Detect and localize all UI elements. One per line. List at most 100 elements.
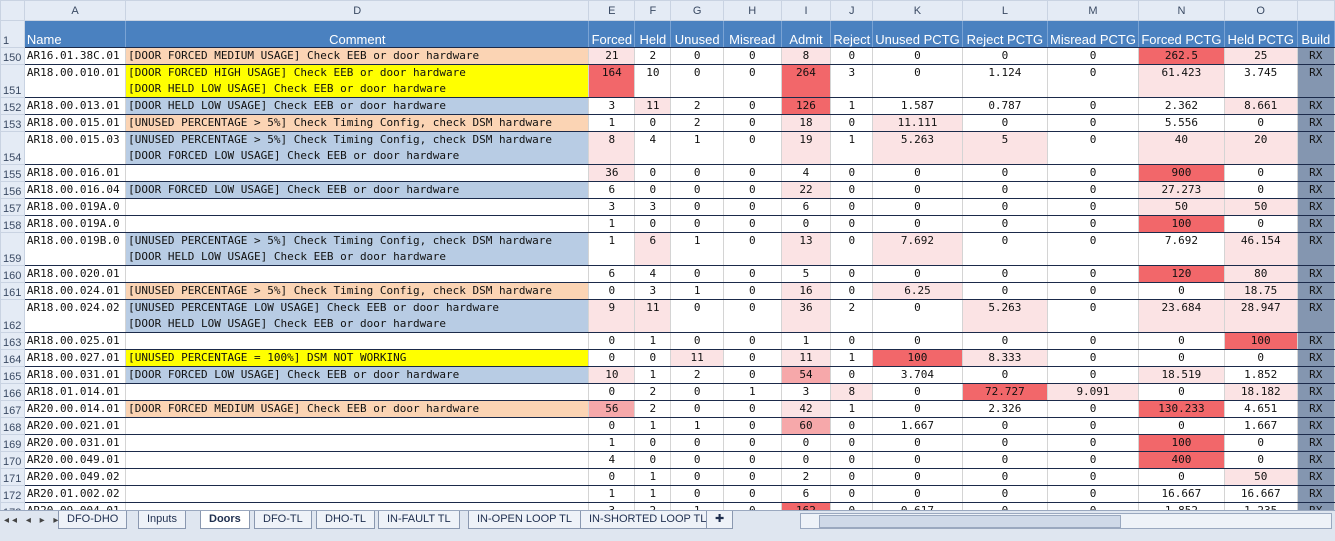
value-cell-misread-pctg[interactable]: 0 — [1047, 97, 1139, 115]
header-forced[interactable]: Forced — [588, 20, 636, 48]
column-letter-L[interactable]: L — [961, 0, 1049, 21]
value-cell-forced[interactable]: 6 — [588, 265, 636, 283]
comment-cell[interactable] — [125, 434, 590, 452]
value-cell-misread-pctg[interactable]: 0 — [1047, 417, 1139, 435]
scrollbar-thumb[interactable] — [819, 515, 1121, 528]
build-cell[interactable]: RX — [1297, 265, 1335, 283]
value-cell-reject-pctg[interactable]: 0 — [962, 485, 1049, 503]
name-cell[interactable]: AR18.00.016.04 — [24, 181, 127, 199]
value-cell-reject[interactable]: 0 — [830, 502, 874, 510]
build-cell[interactable]: RX — [1297, 485, 1335, 503]
value-cell-admit[interactable]: 54 — [781, 366, 832, 384]
value-cell-forced-pctg[interactable]: 400 — [1138, 451, 1225, 469]
value-cell-unused[interactable]: 1 — [670, 282, 724, 300]
value-cell-forced[interactable]: 0 — [588, 417, 636, 435]
row-number[interactable]: 164 — [0, 349, 25, 367]
row-number[interactable]: 161 — [0, 282, 25, 300]
value-cell-unused[interactable]: 0 — [670, 383, 724, 401]
row-number[interactable]: 154 — [0, 131, 25, 165]
comment-cell[interactable]: [UNUSED PERCENTAGE LOW USAGE] Check EEB … — [125, 299, 590, 333]
value-cell-forced-pctg[interactable]: 1.852 — [1138, 502, 1225, 510]
value-cell-misread-pctg[interactable]: 0 — [1047, 502, 1139, 510]
value-cell-misread-pctg[interactable]: 0 — [1047, 232, 1139, 266]
comment-cell[interactable] — [125, 198, 590, 216]
column-letter-G[interactable]: G — [670, 0, 724, 21]
build-cell[interactable]: RX — [1297, 299, 1335, 333]
value-cell-unused[interactable]: 0 — [670, 64, 724, 98]
value-cell-unused[interactable]: 0 — [670, 215, 724, 233]
name-cell[interactable]: AR18.00.015.03 — [24, 131, 127, 165]
value-cell-forced-pctg[interactable]: 262.5 — [1138, 47, 1225, 65]
value-cell-reject[interactable]: 8 — [830, 383, 874, 401]
column-letter-J[interactable]: J — [830, 0, 874, 21]
column-letter-H[interactable]: H — [722, 0, 782, 21]
header-held-pctg[interactable]: Held PCTG — [1224, 20, 1298, 48]
value-cell-forced-pctg[interactable]: 0 — [1138, 332, 1225, 350]
value-cell-admit[interactable]: 1 — [781, 332, 832, 350]
row-number[interactable]: 158 — [0, 215, 25, 233]
value-cell-reject[interactable]: 0 — [830, 47, 874, 65]
row-number[interactable]: 170 — [0, 451, 25, 469]
name-cell[interactable]: AR18.00.016.01 — [24, 164, 127, 182]
build-cell[interactable]: RX — [1297, 47, 1335, 65]
comment-cell[interactable] — [125, 468, 590, 486]
value-cell-forced-pctg[interactable]: 130.233 — [1138, 400, 1225, 418]
value-cell-held[interactable]: 0 — [634, 349, 672, 367]
value-cell-unused-pctg[interactable]: 0 — [872, 434, 963, 452]
value-cell-misread-pctg[interactable]: 0 — [1047, 215, 1139, 233]
value-cell-admit[interactable]: 264 — [781, 64, 832, 98]
value-cell-held[interactable]: 6 — [634, 232, 672, 266]
value-cell-held-pctg[interactable]: 1.235 — [1224, 502, 1298, 510]
value-cell-unused-pctg[interactable]: 0 — [872, 164, 963, 182]
value-cell-misread-pctg[interactable]: 0 — [1047, 181, 1139, 199]
value-cell-unused[interactable]: 11 — [670, 349, 724, 367]
value-cell-forced-pctg[interactable]: 2.362 — [1138, 97, 1225, 115]
value-cell-admit[interactable]: 6 — [781, 485, 832, 503]
build-cell[interactable]: RX — [1297, 434, 1335, 452]
value-cell-unused-pctg[interactable]: 0 — [872, 181, 963, 199]
value-cell-forced[interactable]: 3 — [588, 502, 636, 510]
value-cell-misread[interactable]: 0 — [723, 282, 782, 300]
value-cell-forced-pctg[interactable]: 23.684 — [1138, 299, 1225, 333]
value-cell-admit[interactable]: 60 — [781, 417, 832, 435]
tab-dfo-tl[interactable]: DFO-TL — [254, 511, 312, 529]
value-cell-admit[interactable]: 0 — [781, 215, 832, 233]
value-cell-forced[interactable]: 0 — [588, 468, 636, 486]
row-number[interactable]: 167 — [0, 400, 25, 418]
value-cell-unused-pctg[interactable]: 0 — [872, 383, 963, 401]
comment-cell[interactable]: [UNUSED PERCENTAGE > 5%] Check Timing Co… — [125, 282, 590, 300]
value-cell-forced-pctg[interactable]: 7.692 — [1138, 232, 1225, 266]
value-cell-misread-pctg[interactable]: 0 — [1047, 332, 1139, 350]
value-cell-unused[interactable]: 0 — [670, 332, 724, 350]
value-cell-admit[interactable]: 0 — [781, 451, 832, 469]
comment-cell[interactable] — [125, 265, 590, 283]
value-cell-reject[interactable]: 0 — [830, 198, 874, 216]
comment-cell[interactable]: [DOOR FORCED LOW USAGE] Check EEB or doo… — [125, 181, 590, 199]
column-letter-F[interactable]: F — [634, 0, 672, 21]
comment-cell[interactable] — [125, 164, 590, 182]
value-cell-forced-pctg[interactable]: 100 — [1138, 215, 1225, 233]
value-cell-held-pctg[interactable]: 80 — [1224, 265, 1298, 283]
value-cell-unused[interactable]: 0 — [670, 198, 724, 216]
value-cell-admit[interactable]: 42 — [781, 400, 832, 418]
insert-sheet-icon[interactable]: ✚ — [706, 511, 734, 529]
value-cell-misread-pctg[interactable]: 0 — [1047, 485, 1139, 503]
name-cell[interactable]: AR18.01.014.01 — [24, 383, 127, 401]
value-cell-forced-pctg[interactable]: 0 — [1138, 468, 1225, 486]
value-cell-misread[interactable]: 0 — [723, 47, 782, 65]
value-cell-reject-pctg[interactable]: 0 — [962, 366, 1049, 384]
value-cell-unused[interactable]: 1 — [670, 502, 724, 510]
value-cell-misread-pctg[interactable]: 0 — [1047, 282, 1139, 300]
header-name[interactable]: Name — [24, 20, 127, 48]
build-cell[interactable]: RX — [1297, 502, 1335, 510]
value-cell-reject-pctg[interactable]: 0 — [962, 232, 1049, 266]
row-number[interactable]: 152 — [0, 97, 25, 115]
build-cell[interactable]: RX — [1297, 451, 1335, 469]
value-cell-held-pctg[interactable]: 1.852 — [1224, 366, 1298, 384]
value-cell-reject-pctg[interactable]: 72.727 — [962, 383, 1049, 401]
value-cell-held-pctg[interactable]: 18.182 — [1224, 383, 1298, 401]
column-letter-M[interactable]: M — [1047, 0, 1139, 21]
value-cell-admit[interactable]: 162 — [781, 502, 832, 510]
value-cell-forced-pctg[interactable]: 900 — [1138, 164, 1225, 182]
name-cell[interactable]: AR18.00.019B.0 — [24, 232, 127, 266]
